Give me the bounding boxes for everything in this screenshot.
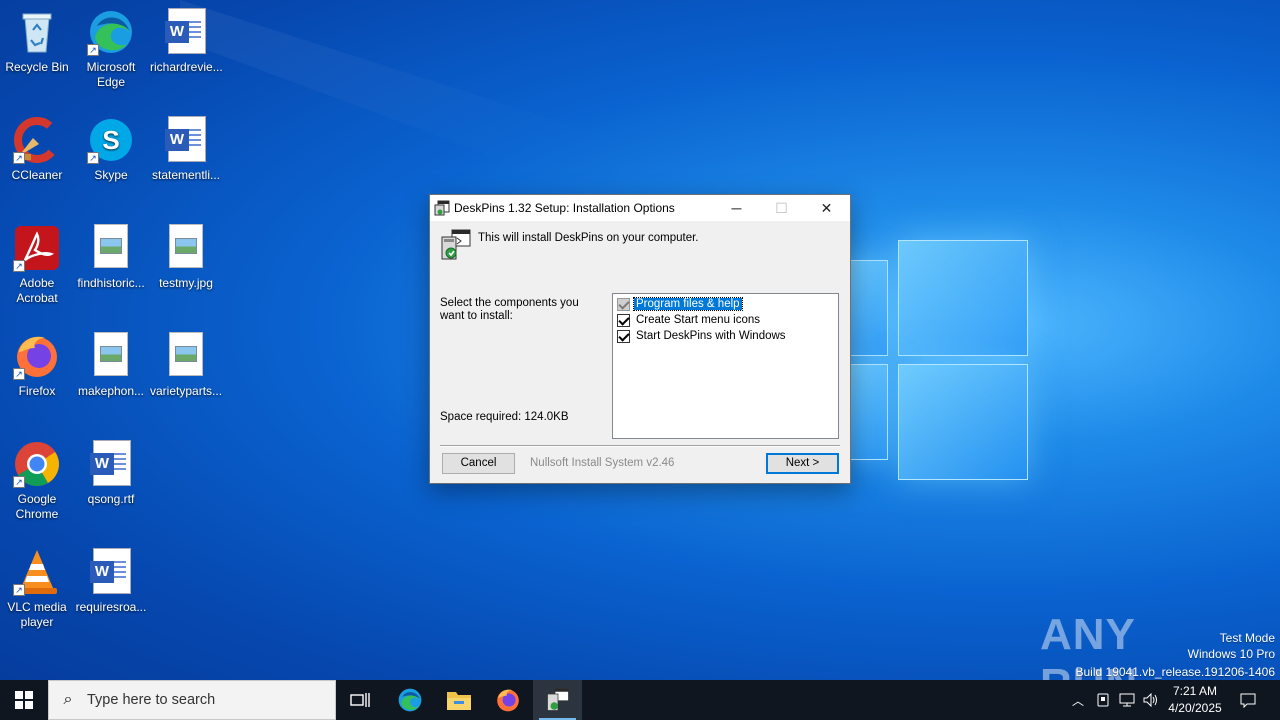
search-icon: ⌕: [63, 691, 73, 708]
build-label: Build 19041.vb_release.191206-1406: [1075, 665, 1276, 679]
task-view-icon: [350, 693, 370, 707]
desktop-icon-microsoft-edge[interactable]: ↗ Microsoft Edge: [75, 8, 147, 90]
desktop-icon-qsong[interactable]: W qsong.rtf: [75, 440, 147, 507]
dialog-title: DeskPins 1.32 Setup: Installation Option…: [454, 201, 675, 215]
taskbar-clock[interactable]: 7:21 AM 4/20/2025: [1160, 683, 1230, 717]
clock-date: 4/20/2025: [1168, 701, 1222, 715]
edge-icon: [398, 688, 422, 712]
edge-icon: ↗: [87, 8, 135, 56]
image-file-icon: [162, 224, 210, 272]
component-start-menu-icons[interactable]: Create Start menu icons: [617, 312, 834, 328]
word-document-icon: W: [162, 116, 210, 164]
notification-icon: [1240, 693, 1256, 708]
desktop-icon-vlc-media-player[interactable]: ↗ VLC media player: [1, 548, 73, 630]
windows-start-icon: [15, 691, 33, 709]
recycle-bin-icon: [13, 8, 61, 56]
minimize-button[interactable]: ─: [714, 195, 759, 221]
image-file-icon: [87, 224, 135, 272]
setup-dialog: DeskPins 1.32 Setup: Installation Option…: [429, 194, 851, 484]
desktop-icon-findhistoric[interactable]: findhistoric...: [75, 224, 147, 291]
desktop-icon-skype[interactable]: S ↗ Skype: [75, 116, 147, 183]
show-hidden-icons-button[interactable]: ︿: [1066, 680, 1090, 720]
components-label: Select the components you want to instal…: [440, 297, 579, 322]
firefox-icon: [497, 689, 519, 712]
volume-icon: [1143, 693, 1157, 707]
cancel-button[interactable]: Cancel: [442, 453, 515, 474]
taskbar-file-explorer[interactable]: [435, 680, 483, 720]
image-file-icon: [162, 332, 210, 380]
desktop-icon-google-chrome[interactable]: ↗ Google Chrome: [1, 440, 73, 522]
component-start-with-windows[interactable]: Start DeskPins with Windows: [617, 328, 834, 344]
clock-time: 7:21 AM: [1172, 684, 1218, 698]
word-document-icon: W: [87, 440, 135, 488]
taskbar-deskpins-setup[interactable]: [533, 680, 582, 720]
dialog-titlebar[interactable]: DeskPins 1.32 Setup: Installation Option…: [430, 195, 850, 221]
desktop-icon-testmy[interactable]: testmy.jpg: [150, 224, 222, 291]
component-label: Create Start menu icons: [636, 314, 761, 326]
desktop-icon-richardrevie[interactable]: W richardrevie...: [150, 8, 223, 75]
tray-device-icon: [1097, 693, 1109, 707]
component-program-files[interactable]: Program files & help: [617, 296, 834, 312]
vlc-icon: ↗: [13, 548, 61, 596]
nsis-branding: Nullsoft Install System v2.46: [530, 457, 675, 469]
next-button[interactable]: Next >: [766, 453, 839, 474]
shortcut-arrow-icon: ↗: [13, 152, 25, 164]
task-view-button[interactable]: [336, 680, 384, 720]
installer-icon: [440, 229, 472, 261]
space-required-label: Space required: 124.0KB: [440, 411, 569, 423]
acrobat-icon: ↗: [13, 224, 61, 272]
skype-icon: S ↗: [87, 116, 135, 164]
components-list[interactable]: Program files & help Create Start menu i…: [612, 293, 839, 439]
shortcut-arrow-icon: ↗: [13, 584, 25, 596]
taskbar-firefox[interactable]: [484, 680, 532, 720]
network-icon: [1119, 693, 1135, 707]
search-placeholder: Type here to search: [87, 692, 216, 708]
chevron-up-icon: ︿: [1071, 693, 1084, 708]
dialog-header-text: This will install DeskPins on your compu…: [478, 232, 699, 244]
file-explorer-icon: [447, 692, 471, 710]
desktop-icon-makephon[interactable]: makephon...: [75, 332, 147, 399]
desktop-icon-recycle-bin[interactable]: Recycle Bin: [1, 8, 73, 75]
component-label: Start DeskPins with Windows: [636, 330, 786, 342]
deskpins-setup-icon: [434, 200, 450, 216]
desktop-icon-ccleaner[interactable]: ↗ CCleaner: [1, 116, 73, 183]
ccleaner-icon: ↗: [13, 116, 61, 164]
checkbox[interactable]: [617, 329, 630, 343]
firefox-icon: ↗: [13, 332, 61, 380]
word-document-icon: W: [162, 8, 210, 56]
checkbox: [617, 297, 630, 311]
windows-edition-label: Windows 10 Pro: [1187, 647, 1275, 661]
image-file-icon: [87, 332, 135, 380]
shortcut-arrow-icon: ↗: [87, 44, 99, 56]
search-input[interactable]: ⌕ Type here to search: [48, 680, 336, 720]
shortcut-arrow-icon: ↗: [13, 368, 25, 380]
shortcut-arrow-icon: ↗: [13, 476, 25, 488]
svg-text:S: S: [102, 125, 119, 155]
desktop-icon-statementli[interactable]: W statementli...: [150, 116, 222, 183]
start-button[interactable]: [0, 680, 48, 720]
tray-app-icon[interactable]: [1092, 680, 1114, 720]
test-mode-label: Test Mode: [1219, 631, 1275, 645]
divider: [440, 445, 840, 447]
desktop-icon-varietyparts[interactable]: varietyparts...: [150, 332, 222, 399]
volume-button[interactable]: [1140, 680, 1162, 720]
desktop-icon-requiresroa[interactable]: W requiresroa...: [75, 548, 147, 615]
deskpins-setup-icon: [546, 688, 569, 711]
desktop-icon-adobe-acrobat[interactable]: ↗ Adobe Acrobat: [1, 224, 73, 306]
taskbar: ⌕ Type here to search ︿ 7:21 AM 4/20/202…: [0, 680, 1280, 720]
chrome-icon: ↗: [13, 440, 61, 488]
shortcut-arrow-icon: ↗: [13, 260, 25, 272]
taskbar-edge[interactable]: [386, 680, 434, 720]
checkbox[interactable]: [617, 313, 630, 327]
component-label: Program files & help: [633, 297, 743, 311]
network-button[interactable]: [1116, 680, 1138, 720]
desktop-icon-firefox[interactable]: ↗ Firefox: [1, 332, 73, 399]
shortcut-arrow-icon: ↗: [87, 152, 99, 164]
action-center-button[interactable]: [1234, 680, 1262, 720]
close-button[interactable]: ✕: [804, 195, 849, 221]
maximize-button: ☐: [775, 200, 788, 216]
wallpaper-windows-logo: [840, 240, 1030, 480]
word-document-icon: W: [87, 548, 135, 596]
